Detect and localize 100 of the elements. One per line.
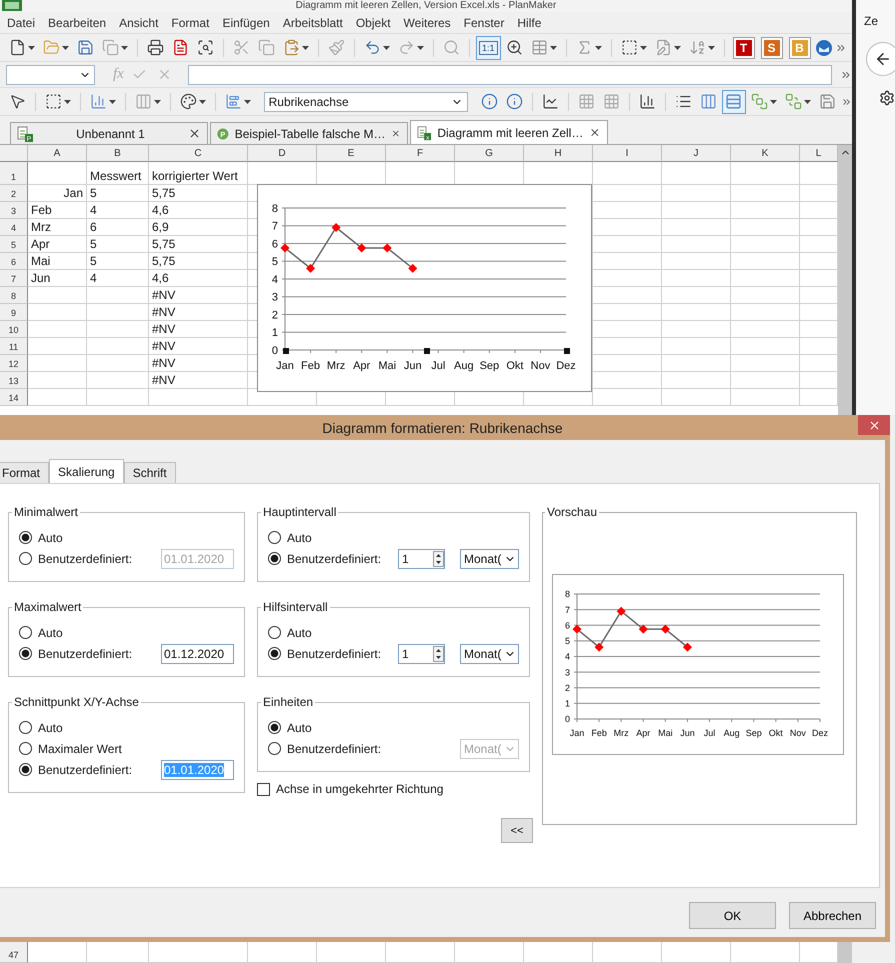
selection-handle[interactable] <box>564 348 570 354</box>
save-icon[interactable] <box>77 39 94 56</box>
row-header[interactable]: 6 <box>0 253 28 270</box>
menu-item[interactable]: Format <box>171 16 210 30</box>
menu-item[interactable]: Fenster <box>464 16 504 30</box>
radio-button[interactable] <box>19 552 32 565</box>
selection-handle[interactable] <box>283 348 289 354</box>
close-button[interactable] <box>858 415 890 435</box>
radio-button[interactable] <box>19 742 32 755</box>
checkbox[interactable] <box>257 782 270 796</box>
caret-icon[interactable] <box>640 46 647 50</box>
menu-item[interactable]: Arbeitsblatt <box>282 16 343 30</box>
mail-app-icon[interactable] <box>814 38 833 56</box>
column-header[interactable]: G <box>455 145 524 162</box>
legend-icon[interactable] <box>674 93 692 110</box>
radio-button[interactable] <box>19 626 32 639</box>
column-header[interactable]: D <box>248 145 317 162</box>
row-header[interactable]: 11 <box>0 338 28 355</box>
tab[interactable]: Skalierung <box>49 459 124 483</box>
menu-item[interactable]: Einfügen <box>222 16 270 30</box>
column-header[interactable]: E <box>317 145 386 162</box>
collapse-button[interactable]: << <box>501 818 533 843</box>
radio-button[interactable] <box>19 721 32 734</box>
new-document-icon[interactable] <box>9 39 26 56</box>
settings-icon[interactable] <box>878 90 894 106</box>
caret-icon[interactable] <box>154 100 161 104</box>
close-icon[interactable] <box>589 126 601 139</box>
number-spin-field[interactable]: 1 <box>398 644 445 664</box>
formula-input[interactable] <box>188 64 832 84</box>
zoom-100-button[interactable]: 1:1 <box>476 36 501 60</box>
back-button[interactable] <box>866 42 895 76</box>
row-header[interactable]: 13 <box>0 372 28 389</box>
unit-dropdown[interactable]: Monat( <box>460 548 519 568</box>
caret-icon[interactable] <box>64 100 71 104</box>
caret-icon[interactable] <box>62 46 69 50</box>
column-header[interactable]: B <box>87 145 149 162</box>
row-header[interactable]: 5 <box>0 236 28 253</box>
printer-icon[interactable] <box>147 39 164 56</box>
chart-style-icon[interactable] <box>180 93 197 110</box>
row-header[interactable]: 8 <box>0 287 28 304</box>
column-header[interactable]: A <box>28 145 87 162</box>
app-launch-button[interactable]: S <box>762 38 782 58</box>
gridlines-toggle-button[interactable] <box>722 90 746 114</box>
caret-icon[interactable] <box>594 46 602 50</box>
pointer-icon[interactable] <box>9 93 26 110</box>
column-header[interactable]: L <box>800 145 838 162</box>
caret-icon[interactable] <box>708 46 715 50</box>
cell-reference-dropdown[interactable] <box>6 64 95 84</box>
radio-button[interactable] <box>268 647 281 660</box>
caret-icon[interactable] <box>550 46 557 50</box>
caret-icon[interactable] <box>28 46 35 50</box>
radio-button[interactable] <box>268 626 281 639</box>
caret-icon[interactable] <box>770 100 777 104</box>
caret-icon[interactable] <box>108 100 116 104</box>
menu-item[interactable]: Bearbeiten <box>48 16 106 30</box>
axes-icon[interactable] <box>638 93 656 110</box>
date-field[interactable]: 01.12.2020 <box>161 644 234 664</box>
radio-button[interactable] <box>19 647 32 660</box>
info-icon[interactable] <box>481 93 498 110</box>
column-header[interactable]: C <box>149 145 248 162</box>
tab[interactable]: Format <box>0 462 50 483</box>
zoom-icon[interactable] <box>506 39 523 56</box>
row-header[interactable]: 10 <box>0 321 28 338</box>
column-header[interactable]: I <box>593 145 662 162</box>
save-icon[interactable] <box>818 93 836 110</box>
menu-item[interactable]: Objekt <box>356 16 391 30</box>
radio-button[interactable] <box>268 742 281 755</box>
radio-button[interactable] <box>268 552 281 565</box>
row-header[interactable]: 7 <box>0 270 28 287</box>
column-header[interactable]: K <box>731 145 800 162</box>
line-chart-icon[interactable] <box>542 93 560 110</box>
chart-element-dropdown[interactable]: Rubrikenachse <box>264 92 468 112</box>
pdf-icon[interactable] <box>172 39 189 56</box>
caret-icon[interactable] <box>302 46 309 50</box>
horizontal-lines-icon[interactable] <box>725 93 742 110</box>
close-icon[interactable] <box>188 127 201 140</box>
spin-arrows-icon[interactable] <box>433 646 444 662</box>
caret-icon[interactable] <box>804 100 811 104</box>
row-header[interactable]: 4 <box>0 219 28 236</box>
caret-icon[interactable] <box>198 100 206 104</box>
row-header[interactable]: 12 <box>0 355 28 372</box>
row-header[interactable]: 1 <box>0 162 28 185</box>
spin-arrows-icon[interactable] <box>433 550 444 566</box>
row-header[interactable]: 14 <box>0 389 28 406</box>
caret-icon[interactable] <box>417 46 424 50</box>
radio-button[interactable] <box>268 531 281 544</box>
dialog-button[interactable]: OK <box>689 902 776 929</box>
caret-icon[interactable] <box>121 46 128 50</box>
column-header[interactable]: J <box>662 145 731 162</box>
radio-button[interactable] <box>19 763 32 776</box>
app-launch-button[interactable]: T <box>734 38 754 58</box>
menu-item[interactable]: Datei <box>7 16 36 30</box>
radio-button[interactable] <box>268 721 281 734</box>
radio-button[interactable] <box>19 531 32 544</box>
caret-icon[interactable] <box>244 100 251 104</box>
caret-icon[interactable] <box>674 46 681 50</box>
column-header[interactable]: H <box>524 145 593 162</box>
row-header[interactable]: 9 <box>0 304 28 321</box>
info-icon[interactable] <box>506 93 524 110</box>
dialog-button[interactable]: Abbrechen <box>789 902 876 929</box>
